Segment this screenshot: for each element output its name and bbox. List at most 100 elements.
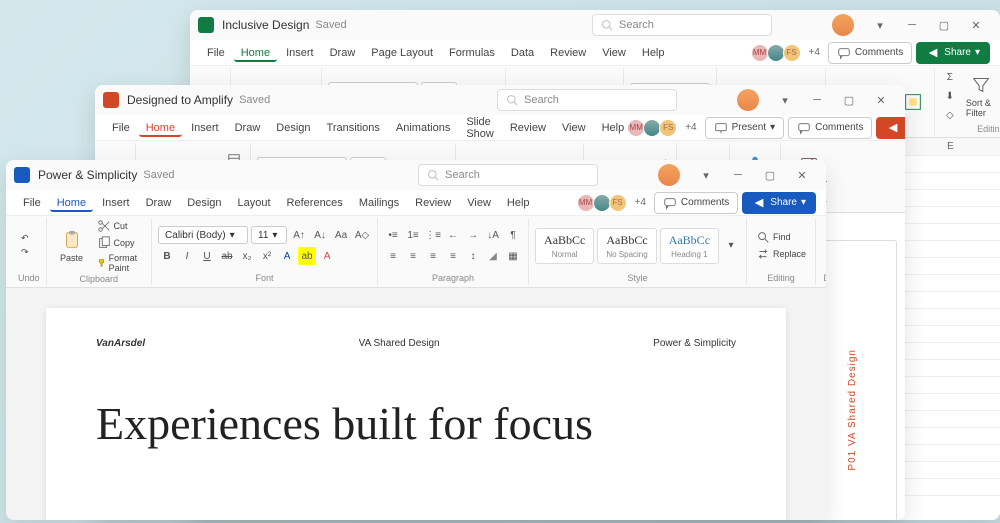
collab-avatar[interactable]: FS	[659, 119, 677, 137]
collab-avatar[interactable]: FS	[609, 194, 627, 212]
search-box[interactable]: Search	[497, 89, 677, 111]
find-button[interactable]: Find	[753, 229, 809, 245]
font-name-select[interactable]: Calibri (Body)▾	[158, 226, 248, 244]
close-button[interactable]: ✕	[865, 87, 897, 113]
menu-insert[interactable]: Insert	[184, 119, 226, 137]
maximize-button[interactable]: ▢	[833, 87, 865, 113]
menu-file[interactable]: File	[105, 119, 137, 137]
menu-references[interactable]: References	[280, 194, 350, 212]
dictate-button[interactable]: Dictate	[822, 219, 826, 273]
multilevel-button[interactable]: ⋮≡	[424, 226, 442, 244]
comments-button[interactable]: Comments	[828, 42, 912, 64]
redo-button[interactable]: ↷	[18, 246, 32, 259]
format-painter-button[interactable]: Format Paint	[94, 252, 146, 274]
font-size-select[interactable]: 11▾	[251, 226, 287, 244]
numbering-button[interactable]: 1≡	[404, 226, 422, 244]
fill-button[interactable]: ⬇	[941, 87, 959, 105]
replace-button[interactable]: Replace	[753, 246, 809, 262]
menu-review[interactable]: Review	[408, 194, 458, 212]
sheet-cell[interactable]	[901, 411, 1000, 428]
sort-filter-button[interactable]: Sort & Filter	[962, 69, 1000, 123]
collab-avatar[interactable]: FS	[783, 44, 801, 62]
superscript-button[interactable]: x²	[258, 247, 276, 265]
menu-home[interactable]: Home	[139, 119, 182, 137]
show-marks-button[interactable]: ¶	[504, 226, 522, 244]
strike-button[interactable]: ab	[218, 247, 236, 265]
sheet-cell[interactable]	[901, 428, 1000, 445]
close-button[interactable]: ✕	[960, 12, 992, 38]
maximize-button[interactable]: ▢	[754, 162, 786, 188]
sheet-cell[interactable]	[901, 156, 1000, 173]
search-box[interactable]: Search	[592, 14, 772, 36]
document-page[interactable]: VanArsdel VA Shared Design Power & Simpl…	[46, 308, 786, 520]
menu-view[interactable]: View	[460, 194, 498, 212]
align-right-button[interactable]: ≡	[424, 247, 442, 265]
menu-insert[interactable]: Insert	[95, 194, 137, 212]
ribbon-options-icon[interactable]: ▾	[864, 12, 896, 38]
shading-button[interactable]: ◢	[484, 247, 502, 265]
clear-button[interactable]: ◇	[941, 106, 959, 124]
user-avatar[interactable]	[737, 89, 759, 111]
share-button[interactable]: Share▾	[876, 117, 905, 139]
subscript-button[interactable]: x₂	[238, 247, 256, 265]
comments-button[interactable]: Comments	[654, 192, 738, 214]
collab-more[interactable]: +4	[685, 122, 696, 133]
excel-sheet[interactable]: E	[900, 138, 1000, 520]
ribbon-options-icon[interactable]: ▾	[769, 87, 801, 113]
menu-help[interactable]: Help	[595, 119, 632, 137]
collab-avatar[interactable]	[767, 44, 785, 62]
menu-file[interactable]: File	[16, 194, 48, 212]
menu-draw[interactable]: Draw	[323, 44, 363, 62]
menu-help[interactable]: Help	[635, 44, 672, 62]
menu-review[interactable]: Review	[543, 44, 593, 62]
menu-file[interactable]: File	[200, 44, 232, 62]
grow-font-button[interactable]: A↑	[290, 226, 308, 244]
style-nospacing[interactable]: AaBbCcNo Spacing	[597, 228, 656, 264]
style-normal[interactable]: AaBbCcNormal	[535, 228, 594, 264]
ribbon-options-icon[interactable]: ▾	[690, 162, 722, 188]
sheet-cell[interactable]	[901, 445, 1000, 462]
sheet-cell[interactable]	[901, 275, 1000, 292]
copy-button[interactable]: Copy	[94, 235, 146, 251]
menu-mailings[interactable]: Mailings	[352, 194, 406, 212]
comments-button[interactable]: Comments	[788, 117, 872, 139]
sheet-cell[interactable]	[901, 394, 1000, 411]
sheet-cell[interactable]	[901, 360, 1000, 377]
style-heading1[interactable]: AaBbCcHeading 1	[660, 228, 719, 264]
clear-format-button[interactable]: A◇	[353, 226, 371, 244]
close-button[interactable]: ✕	[786, 162, 818, 188]
indent-dec-button[interactable]: ←	[444, 226, 462, 244]
text-effects-button[interactable]: A	[278, 247, 296, 265]
menu-home[interactable]: Home	[50, 194, 93, 212]
column-header[interactable]: E	[901, 138, 1000, 156]
menu-insert[interactable]: Insert	[279, 44, 321, 62]
highlight-button[interactable]: ab	[298, 247, 316, 265]
collab-more[interactable]: +4	[635, 197, 646, 208]
collab-avatar[interactable]: MM	[751, 44, 769, 62]
sort-button[interactable]: ↓A	[484, 226, 502, 244]
paste-button[interactable]: Paste	[53, 219, 91, 273]
justify-button[interactable]: ≡	[444, 247, 462, 265]
sheet-cell[interactable]	[901, 377, 1000, 394]
sheet-cell[interactable]	[901, 326, 1000, 343]
styles-more-button[interactable]: ▾	[722, 237, 740, 255]
collab-more[interactable]: +4	[809, 47, 820, 58]
sheet-cell[interactable]	[901, 343, 1000, 360]
menu-slideshow[interactable]: Slide Show	[459, 113, 501, 143]
search-box[interactable]: Search	[418, 164, 598, 186]
menu-formulas[interactable]: Formulas	[442, 44, 502, 62]
user-avatar[interactable]	[658, 164, 680, 186]
sheet-cell[interactable]	[901, 292, 1000, 309]
bold-button[interactable]: B	[158, 247, 176, 265]
font-color-button[interactable]: A	[318, 247, 336, 265]
menu-home[interactable]: Home	[234, 44, 277, 62]
sheet-cell[interactable]	[901, 258, 1000, 275]
maximize-button[interactable]: ▢	[928, 12, 960, 38]
minimize-button[interactable]: ─	[896, 12, 928, 38]
menu-view[interactable]: View	[555, 119, 593, 137]
cut-button[interactable]: Cut	[94, 218, 146, 234]
menu-review[interactable]: Review	[503, 119, 553, 137]
menu-transitions[interactable]: Transitions	[320, 119, 387, 137]
user-avatar[interactable]	[832, 14, 854, 36]
autosum-button[interactable]: Σ	[941, 68, 959, 86]
